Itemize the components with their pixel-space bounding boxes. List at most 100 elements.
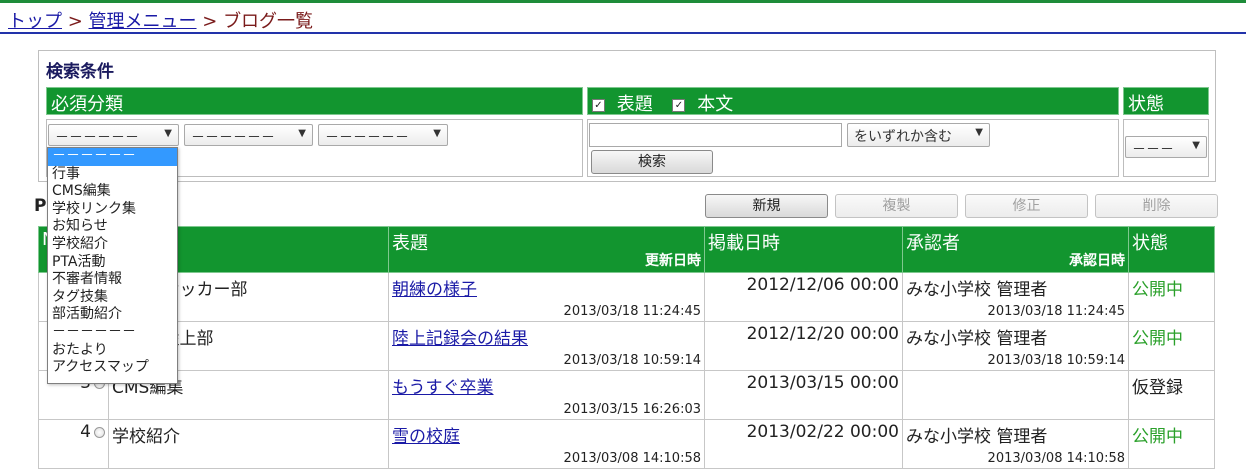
- dropdown-option[interactable]: 学校紹介: [48, 236, 177, 254]
- status-header: 状態: [1123, 87, 1209, 115]
- row-title-cell: 朝練の様子 2013/03/18 11:24:45: [388, 272, 705, 322]
- column-header-title-label: 表題: [392, 233, 428, 254]
- dropdown-option[interactable]: タグ技集: [48, 289, 177, 307]
- category-select-3-value: －－－－－－: [325, 130, 409, 146]
- breadcrumb: トップ > 管理メニュー > ブログ一覧: [0, 0, 1246, 34]
- column-header-published: 掲載日時: [704, 226, 903, 273]
- row-title-link[interactable]: 朝練の様子: [392, 280, 477, 300]
- dropdown-option[interactable]: 部活動紹介: [48, 306, 177, 324]
- dropdown-option[interactable]: PTA活動: [48, 254, 177, 272]
- row-title-cell: 雪の校庭 2013/03/08 14:10:58: [388, 419, 705, 469]
- row-approver: みな小学校 管理者: [906, 427, 1048, 447]
- breadcrumb-separator: >: [62, 11, 89, 32]
- row-status: 仮登録: [1128, 370, 1215, 420]
- row-title-cell: 陸上記録会の結果 2013/03/18 10:59:14: [388, 321, 705, 371]
- row-category: 学校紹介: [108, 419, 389, 469]
- breadcrumb-current: ブログ一覧: [223, 11, 314, 32]
- row-approver-cell: みな小学校 管理者 2013/03/18 11:24:45: [902, 272, 1129, 322]
- dropdown-option[interactable]: －－－－－－: [48, 148, 177, 166]
- table-row[interactable]: 3 CMS編集 もうすぐ卒業2013/03/15 16:26:03 2013/0…: [38, 370, 1215, 420]
- keyword-cell: をいずれか含む ▼ 検索: [587, 119, 1119, 177]
- delete-button[interactable]: 削除: [1095, 194, 1218, 218]
- row-approver: みな小学校 管理者: [906, 280, 1048, 300]
- row-status: 公開中: [1128, 272, 1215, 322]
- edit-button[interactable]: 修正: [965, 194, 1088, 218]
- row-approved: 2013/03/18 10:59:14: [987, 353, 1125, 368]
- table-row[interactable]: 4 学校紹介 雪の校庭 2013/03/08 14:10:58 2013/02/2…: [38, 419, 1215, 469]
- column-header-approver: 承認者 承認日時: [902, 226, 1129, 273]
- row-published: 2013/02/22 00:00: [704, 419, 903, 469]
- column-header-title: 表題 更新日時: [388, 226, 705, 273]
- category-header: 必須分類: [46, 87, 583, 115]
- dropdown-option[interactable]: お知らせ: [48, 218, 177, 236]
- dropdown-option[interactable]: おたより: [48, 342, 177, 360]
- table-row[interactable]: 紹介 / 陸上部 陸上記録会の結果2013/03/18 10:59:14 201…: [38, 321, 1215, 371]
- chevron-down-icon: ▼: [298, 128, 306, 139]
- category-select-3[interactable]: －－－－－－ ▼: [318, 124, 448, 146]
- category-select-2-value: －－－－－－: [191, 130, 275, 146]
- row-title-cell: もうすぐ卒業 2013/03/15 16:26:03: [388, 370, 705, 420]
- row-updated: 2013/03/18 10:59:14: [563, 353, 701, 368]
- match-mode-select[interactable]: をいずれか含む ▼: [847, 123, 990, 147]
- status-select-value: －－－: [1132, 142, 1174, 158]
- row-no-value: 4: [80, 422, 91, 442]
- dropdown-option[interactable]: 行事: [48, 166, 177, 184]
- category-select-2[interactable]: －－－－－－ ▼: [184, 124, 313, 146]
- title-checkbox-label: 表題: [616, 94, 653, 115]
- row-published: 2013/03/15 00:00: [704, 370, 903, 420]
- chevron-down-icon: ▼: [433, 128, 441, 139]
- search-title: 検索条件: [46, 62, 114, 82]
- chevron-down-icon: ▼: [164, 128, 172, 139]
- search-button[interactable]: 検索: [591, 150, 713, 174]
- category-select-1-value: －－－－－－: [55, 130, 139, 146]
- column-header-approver-label: 承認者: [906, 233, 960, 254]
- column-header-approved: 承認日時: [1069, 253, 1125, 269]
- breadcrumb-top-link[interactable]: トップ: [8, 11, 62, 32]
- new-button[interactable]: 新規: [705, 194, 828, 218]
- row-radio[interactable]: [94, 426, 105, 438]
- match-mode-value: をいずれか含む: [854, 129, 952, 145]
- row-status: 公開中: [1128, 321, 1215, 371]
- row-title-link[interactable]: 雪の校庭: [392, 427, 460, 447]
- row-approver-cell: みな小学校 管理者 2013/03/08 14:10:58: [902, 419, 1129, 469]
- row-updated: 2013/03/18 11:24:45: [563, 304, 701, 319]
- row-title-link[interactable]: 陸上記録会の結果: [392, 329, 528, 349]
- dropdown-option[interactable]: アクセスマップ: [48, 359, 177, 377]
- row-approver: みな小学校 管理者: [906, 329, 1048, 349]
- body-checkbox-label: 本文: [697, 94, 734, 115]
- keyword-input[interactable]: [589, 123, 842, 147]
- column-header-updated: 更新日時: [645, 253, 701, 269]
- list-label: P: [34, 196, 47, 216]
- row-updated: 2013/03/08 14:10:58: [563, 451, 701, 466]
- row-approved: 2013/03/08 14:10:58: [987, 451, 1125, 466]
- body-checkbox[interactable]: ✓: [672, 98, 686, 112]
- breadcrumb-menu-link[interactable]: 管理メニュー: [89, 11, 197, 32]
- row-no: 4: [38, 419, 109, 469]
- row-status: 公開中: [1128, 419, 1215, 469]
- row-approver-cell: [902, 370, 1129, 420]
- dropdown-option[interactable]: －－－－－－: [48, 324, 177, 342]
- row-published: 2012/12/06 00:00: [704, 272, 903, 322]
- category-select-1[interactable]: －－－－－－ ▼: [48, 124, 179, 146]
- row-updated: 2013/03/15 16:26:03: [563, 402, 701, 417]
- column-header-status: 状態: [1128, 226, 1215, 273]
- table-row[interactable]: 紹介 / サッカー部 朝練の様子 2013/03/18 11:24:45 2012…: [38, 272, 1215, 322]
- title-checkbox[interactable]: ✓: [592, 98, 605, 112]
- blog-table: N 類 表題 更新日時 掲載日時 承認者 承認日時 状態 紹介 / サッカー部 …: [38, 226, 1215, 469]
- text-search-header: ✓ 表題 ✓ 本文: [587, 87, 1119, 115]
- breadcrumb-separator: >: [196, 11, 224, 32]
- dropdown-option[interactable]: CMS編集: [48, 183, 177, 201]
- dropdown-option[interactable]: 不審者情報: [48, 271, 177, 289]
- status-cell: －－－ ▼: [1123, 119, 1209, 177]
- dropdown-option[interactable]: 学校リンク集: [48, 201, 177, 219]
- search-panel: 検索条件 必須分類 ✓ 表題 ✓ 本文 状態 －－－－－－ ▼ －－－－－－ ▼ －…: [38, 50, 1216, 182]
- status-select[interactable]: －－－ ▼: [1125, 136, 1207, 158]
- table-header-row: N 類 表題 更新日時 掲載日時 承認者 承認日時 状態: [38, 226, 1215, 273]
- row-title-link[interactable]: もうすぐ卒業: [392, 378, 494, 398]
- row-approver-cell: みな小学校 管理者 2013/03/18 10:59:14: [902, 321, 1129, 371]
- copy-button[interactable]: 複製: [835, 194, 958, 218]
- chevron-down-icon: ▼: [975, 127, 983, 138]
- chevron-down-icon: ▼: [1192, 140, 1200, 151]
- row-published: 2012/12/20 00:00: [704, 321, 903, 371]
- row-approved: 2013/03/18 11:24:45: [987, 304, 1125, 319]
